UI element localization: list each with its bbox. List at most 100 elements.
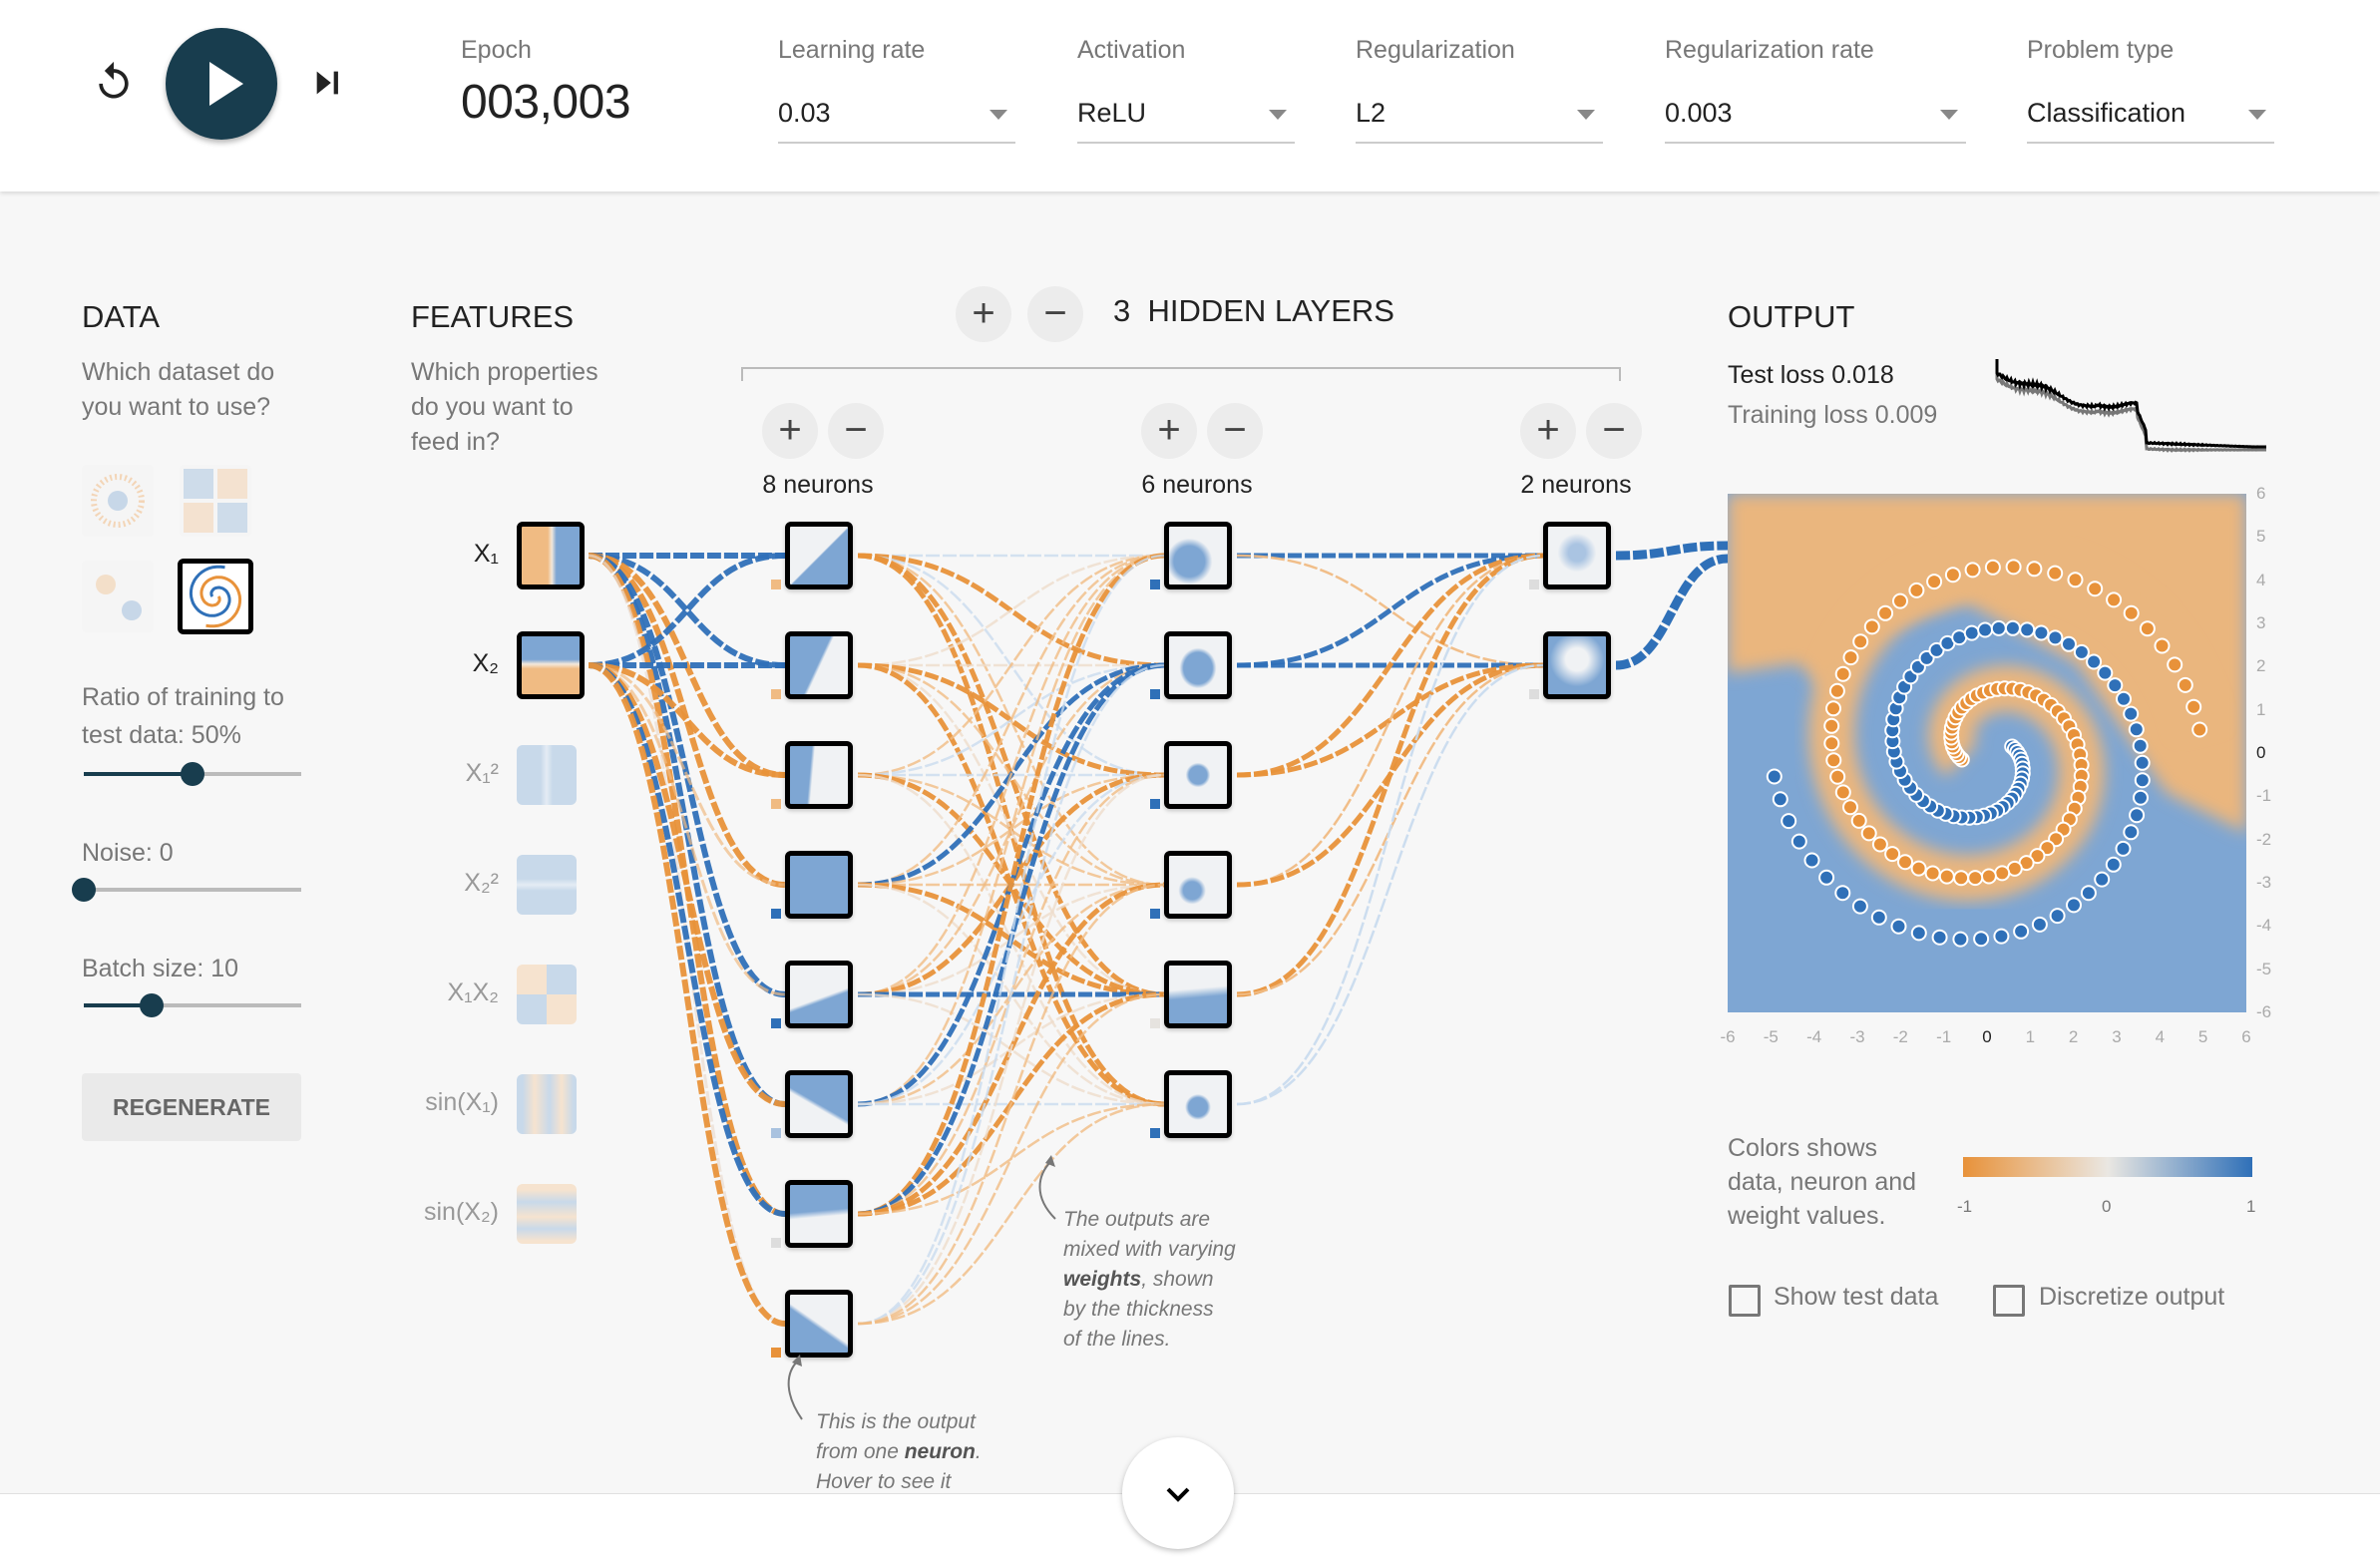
weight-link[interactable]: [588, 553, 786, 997]
weight-link[interactable]: [1236, 554, 1544, 667]
weight-link[interactable]: [857, 883, 1165, 1106]
weight-link[interactable]: [588, 553, 786, 668]
weight-link[interactable]: [588, 553, 786, 1107]
weight-link[interactable]: [857, 773, 1165, 887]
weight-link[interactable]: [588, 553, 786, 888]
add-neuron-button[interactable]: +: [762, 403, 818, 459]
regenerate-button[interactable]: REGENERATE: [82, 1073, 301, 1141]
play-button[interactable]: [166, 28, 277, 140]
neuron[interactable]: [1164, 522, 1232, 589]
weight-link[interactable]: [857, 663, 1165, 887]
dataset-xor[interactable]: [180, 465, 251, 537]
weight-link[interactable]: [588, 662, 786, 1327]
discretize-output-checkbox[interactable]: [1993, 1285, 2025, 1317]
weight-link[interactable]: [857, 772, 1165, 997]
dataset-spiral[interactable]: [178, 559, 253, 634]
feature-toggle[interactable]: [517, 522, 585, 589]
noise-slider[interactable]: [72, 878, 301, 902]
remove-neuron-button[interactable]: −: [828, 403, 884, 459]
feature-toggle[interactable]: [517, 1074, 577, 1134]
neuron[interactable]: [1543, 522, 1611, 589]
neuron[interactable]: [1164, 631, 1232, 699]
weight-link[interactable]: [588, 553, 786, 668]
weight-link[interactable]: [857, 772, 1165, 997]
weight-link[interactable]: [857, 554, 1165, 777]
weight-link[interactable]: [857, 554, 1165, 996]
slider-thumb[interactable]: [181, 762, 204, 786]
weight-link[interactable]: [588, 662, 786, 1217]
neuron[interactable]: [785, 851, 853, 919]
slider-thumb[interactable]: [72, 878, 96, 902]
scroll-down-button[interactable]: [1122, 1437, 1234, 1549]
neuron[interactable]: [785, 1290, 853, 1358]
add-layer-button[interactable]: +: [956, 286, 1011, 342]
weight-link[interactable]: [1236, 663, 1544, 1106]
weight-link[interactable]: [1615, 554, 1729, 670]
weight-link[interactable]: [857, 883, 1165, 996]
dataset-circle[interactable]: [82, 465, 154, 537]
neuron[interactable]: [785, 1070, 853, 1138]
weight-link[interactable]: [857, 663, 1165, 996]
weight-link[interactable]: [588, 554, 786, 1326]
weight-link[interactable]: [1615, 541, 1729, 561]
activation-select[interactable]: ReLU: [1077, 90, 1295, 144]
weight-link[interactable]: [857, 662, 1165, 778]
weight-link[interactable]: [857, 882, 1165, 1217]
weight-link[interactable]: [1236, 554, 1544, 1106]
dataset-gaussian[interactable]: [82, 561, 154, 632]
weight-link[interactable]: [857, 662, 1165, 888]
neuron[interactable]: [1164, 1070, 1232, 1138]
neuron[interactable]: [785, 961, 853, 1028]
remove-layer-button[interactable]: −: [1027, 286, 1083, 342]
neuron[interactable]: [785, 1180, 853, 1248]
weight-link[interactable]: [857, 773, 1165, 1216]
weight-link[interactable]: [1236, 554, 1544, 887]
add-neuron-button[interactable]: +: [1520, 403, 1576, 459]
neuron[interactable]: [1164, 741, 1232, 809]
problem-type-select[interactable]: Classification: [2027, 90, 2274, 144]
weight-link[interactable]: [588, 662, 786, 778]
weight-link[interactable]: [857, 883, 1165, 1106]
neuron[interactable]: [1543, 631, 1611, 699]
weight-link[interactable]: [588, 663, 786, 996]
weight-link[interactable]: [857, 554, 1165, 887]
weight-link[interactable]: [857, 663, 1165, 777]
reset-button[interactable]: [92, 60, 136, 104]
show-test-data-checkbox[interactable]: [1729, 1285, 1761, 1317]
add-neuron-button[interactable]: +: [1141, 403, 1197, 459]
weight-link[interactable]: [1236, 553, 1544, 778]
weight-link[interactable]: [857, 1102, 1165, 1216]
feature-toggle[interactable]: [517, 965, 577, 1024]
weight-link[interactable]: [857, 773, 1165, 1106]
weight-link[interactable]: [857, 992, 1165, 1106]
neuron[interactable]: [785, 741, 853, 809]
weight-link[interactable]: [588, 553, 786, 1217]
weight-link[interactable]: [1236, 663, 1544, 996]
weight-link[interactable]: [857, 773, 1165, 1106]
remove-neuron-button[interactable]: −: [1586, 403, 1642, 459]
weight-link[interactable]: [857, 992, 1165, 1106]
neuron[interactable]: [785, 522, 853, 589]
feature-toggle[interactable]: [517, 855, 577, 915]
weight-link[interactable]: [1236, 553, 1544, 668]
remove-neuron-button[interactable]: −: [1207, 403, 1263, 459]
weight-link[interactable]: [1236, 662, 1544, 778]
feature-toggle[interactable]: [517, 1184, 577, 1244]
weight-link[interactable]: [857, 553, 1165, 668]
learning-rate-select[interactable]: 0.03: [778, 90, 1015, 144]
weight-link[interactable]: [857, 662, 1165, 1107]
weight-link[interactable]: [857, 554, 1165, 1106]
neuron[interactable]: [1164, 851, 1232, 919]
weight-link[interactable]: [1236, 662, 1544, 888]
slider-thumb[interactable]: [139, 993, 164, 1017]
batch-size-slider[interactable]: [84, 993, 301, 1017]
weight-link[interactable]: [857, 662, 1165, 1217]
neuron[interactable]: [785, 631, 853, 699]
weight-link[interactable]: [857, 553, 1165, 1217]
feature-toggle[interactable]: [517, 745, 577, 805]
weight-link[interactable]: [588, 553, 786, 778]
neuron[interactable]: [1164, 961, 1232, 1028]
regularization-select[interactable]: L2: [1356, 90, 1603, 144]
step-button[interactable]: [311, 66, 345, 100]
weight-link[interactable]: [857, 991, 1165, 1217]
